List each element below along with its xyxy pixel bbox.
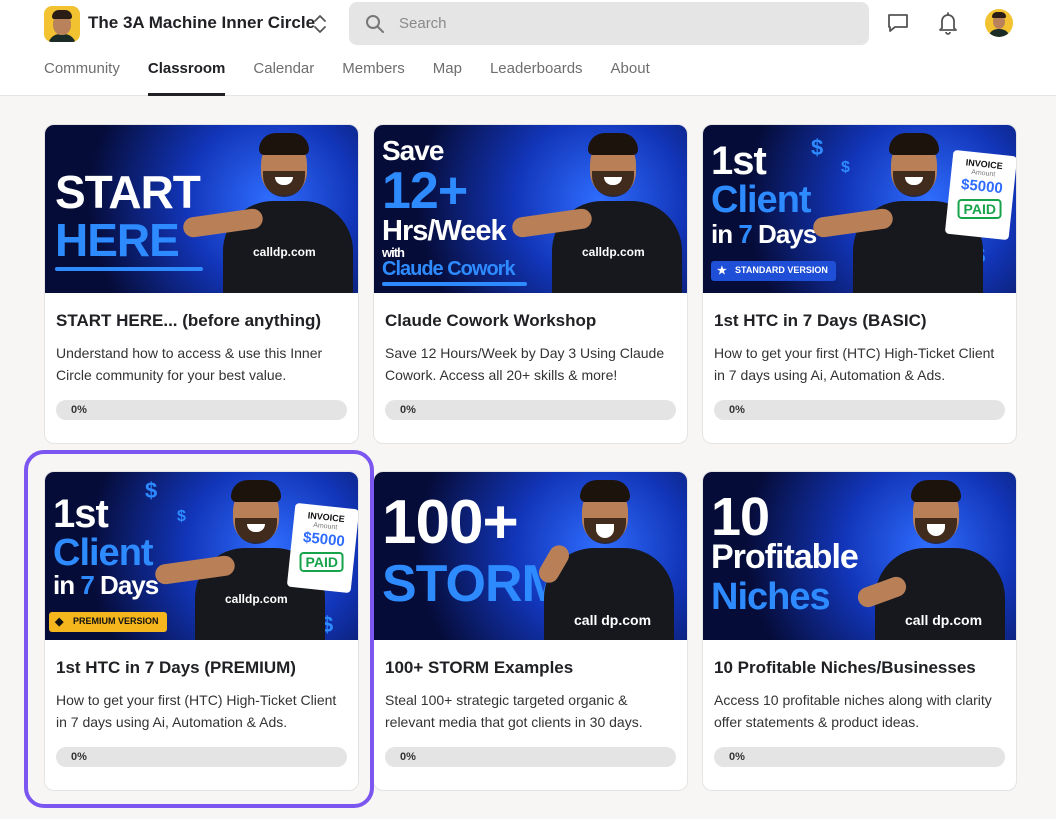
presenter-image: call dp.com (855, 472, 1005, 640)
standard-version-badge: ★ STANDARD VERSION (711, 261, 836, 281)
thumb-headline: Save (382, 135, 444, 166)
progress-label: 0% (400, 751, 416, 763)
tab-leaderboards[interactable]: Leaderboards (490, 60, 583, 96)
presenter-image: calldp.com (510, 125, 682, 293)
thumb-headline: 1st (711, 139, 767, 183)
course-title: START HERE... (before anything) (56, 311, 322, 330)
thumb-headline: START (55, 166, 201, 218)
thumb-headline: 12+ (382, 162, 468, 220)
course-description: Access 10 profitable niches along with c… (714, 692, 992, 730)
search-icon (366, 15, 384, 33)
course-description: How to get your first (HTC) High-Ticket … (56, 692, 337, 730)
thumb-headline: 1st (53, 492, 109, 536)
course-title: 1st HTC in 7 Days (PREMIUM) (56, 658, 296, 677)
progress-bar: 0% (56, 400, 347, 420)
course-card[interactable]: 100+ STORM call dp.com 100+ STORM Exampl… (373, 471, 688, 791)
course-card[interactable]: 1st Client in 7 Days ◆ PREMIUM VERSION $ … (44, 471, 359, 791)
brand-logo: call dp.com (905, 612, 983, 628)
course-title: 10 Profitable Niches/Businesses (714, 658, 976, 677)
search-input[interactable] (399, 2, 849, 45)
premium-version-badge: ◆ PREMIUM VERSION (49, 612, 167, 632)
progress-bar: 0% (714, 400, 1005, 420)
course-card[interactable]: 1st Client in 7 Days ★ STANDARD VERSION $… (702, 124, 1017, 444)
course-thumbnail: Save 12+ Hrs/Week with Claude Cowork cal… (374, 125, 687, 293)
user-avatar[interactable] (985, 9, 1013, 37)
progress-label: 0% (71, 751, 87, 763)
invoice-graphic: INVOICE Amount $5000 PAID (286, 502, 358, 594)
thumb-headline: 100+ (382, 488, 519, 557)
course-thumbnail: 1st Client in 7 Days ◆ PREMIUM VERSION $ … (45, 472, 358, 640)
course-title: Claude Cowork Workshop (385, 311, 597, 330)
brand-logo: calldp.com (225, 592, 288, 606)
thumb-headline: HERE (55, 214, 180, 266)
course-description: Steal 100+ strategic targeted organic & … (385, 692, 643, 730)
thumb-headline: in 7 Days (53, 570, 159, 600)
presenter-image: call dp.com (535, 472, 674, 640)
brand-logo: calldp.com (582, 245, 645, 259)
thumb-headline: Profitable (711, 538, 859, 576)
progress-bar: 0% (385, 747, 676, 767)
progress-label: 0% (729, 751, 745, 763)
tab-classroom[interactable]: Classroom (147, 60, 225, 96)
group-logo[interactable] (44, 6, 80, 42)
course-description: How to get your first (HTC) High-Ticket … (714, 345, 995, 383)
search-bar[interactable] (349, 2, 869, 45)
progress-label: 0% (71, 404, 87, 416)
thumb-headline: 10 (711, 487, 770, 547)
thumb-headline: Claude Cowork (382, 258, 516, 280)
group-name[interactable]: The 3A Machine Inner Circle (88, 13, 315, 33)
thumb-headline: Client (711, 179, 812, 221)
dollar-icon: $ (811, 135, 824, 160)
invoice-graphic: INVOICE Amount $5000 PAID (944, 149, 1016, 241)
course-description: Understand how to access & use this Inne… (56, 345, 323, 383)
progress-bar: 0% (714, 747, 1005, 767)
diamond-icon: ◆ (55, 616, 64, 628)
star-icon: ★ (717, 265, 727, 277)
course-thumbnail: 10 Profitable Niches call dp.com (703, 472, 1016, 640)
bell-icon[interactable] (935, 10, 961, 36)
tab-about[interactable]: About (611, 60, 650, 96)
course-title: 100+ STORM Examples (385, 658, 574, 677)
course-description: Save 12 Hours/Week by Day 3 Using Claude… (385, 345, 665, 383)
course-card[interactable]: 10 Profitable Niches call dp.com 10 Prof… (702, 471, 1017, 791)
dollar-icon: $ (177, 508, 186, 525)
brand-logo: call dp.com (574, 612, 652, 628)
course-thumbnail: 1st Client in 7 Days ★ STANDARD VERSION $… (703, 125, 1016, 293)
thumb-headline: Niches (711, 576, 831, 618)
progress-label: 0% (400, 404, 416, 416)
thumb-headline: STORM (382, 555, 565, 613)
brand-logo: calldp.com (253, 245, 316, 259)
header: The 3A Machine Inner Circle Community Cl… (0, 0, 1056, 96)
thumb-headline: Client (53, 532, 154, 574)
chat-icon[interactable] (885, 10, 911, 36)
tab-members[interactable]: Members (342, 60, 405, 96)
progress-bar: 0% (385, 400, 676, 420)
chevron-up-down-icon[interactable] (310, 12, 330, 36)
thumb-headline: Hrs/Week (382, 215, 507, 247)
progress-bar: 0% (56, 747, 347, 767)
course-title: 1st HTC in 7 Days (BASIC) (714, 311, 927, 330)
tab-community[interactable]: Community (44, 60, 120, 96)
course-thumbnail: START HERE calldp.com (45, 125, 358, 293)
progress-label: 0% (729, 404, 745, 416)
tab-map[interactable]: Map (433, 60, 462, 96)
nav-tabs: Community Classroom Calendar Members Map… (44, 60, 678, 96)
dollar-icon: $ (145, 478, 158, 503)
tab-calendar[interactable]: Calendar (253, 60, 314, 96)
course-thumbnail: 100+ STORM call dp.com (374, 472, 687, 640)
dollar-icon: $ (841, 159, 850, 176)
course-card[interactable]: START HERE calldp.com START HERE... (bef… (44, 124, 359, 444)
course-card[interactable]: Save 12+ Hrs/Week with Claude Cowork cal… (373, 124, 688, 444)
presenter-image: calldp.com (181, 125, 353, 293)
thumb-headline: in 7 Days (711, 219, 817, 249)
